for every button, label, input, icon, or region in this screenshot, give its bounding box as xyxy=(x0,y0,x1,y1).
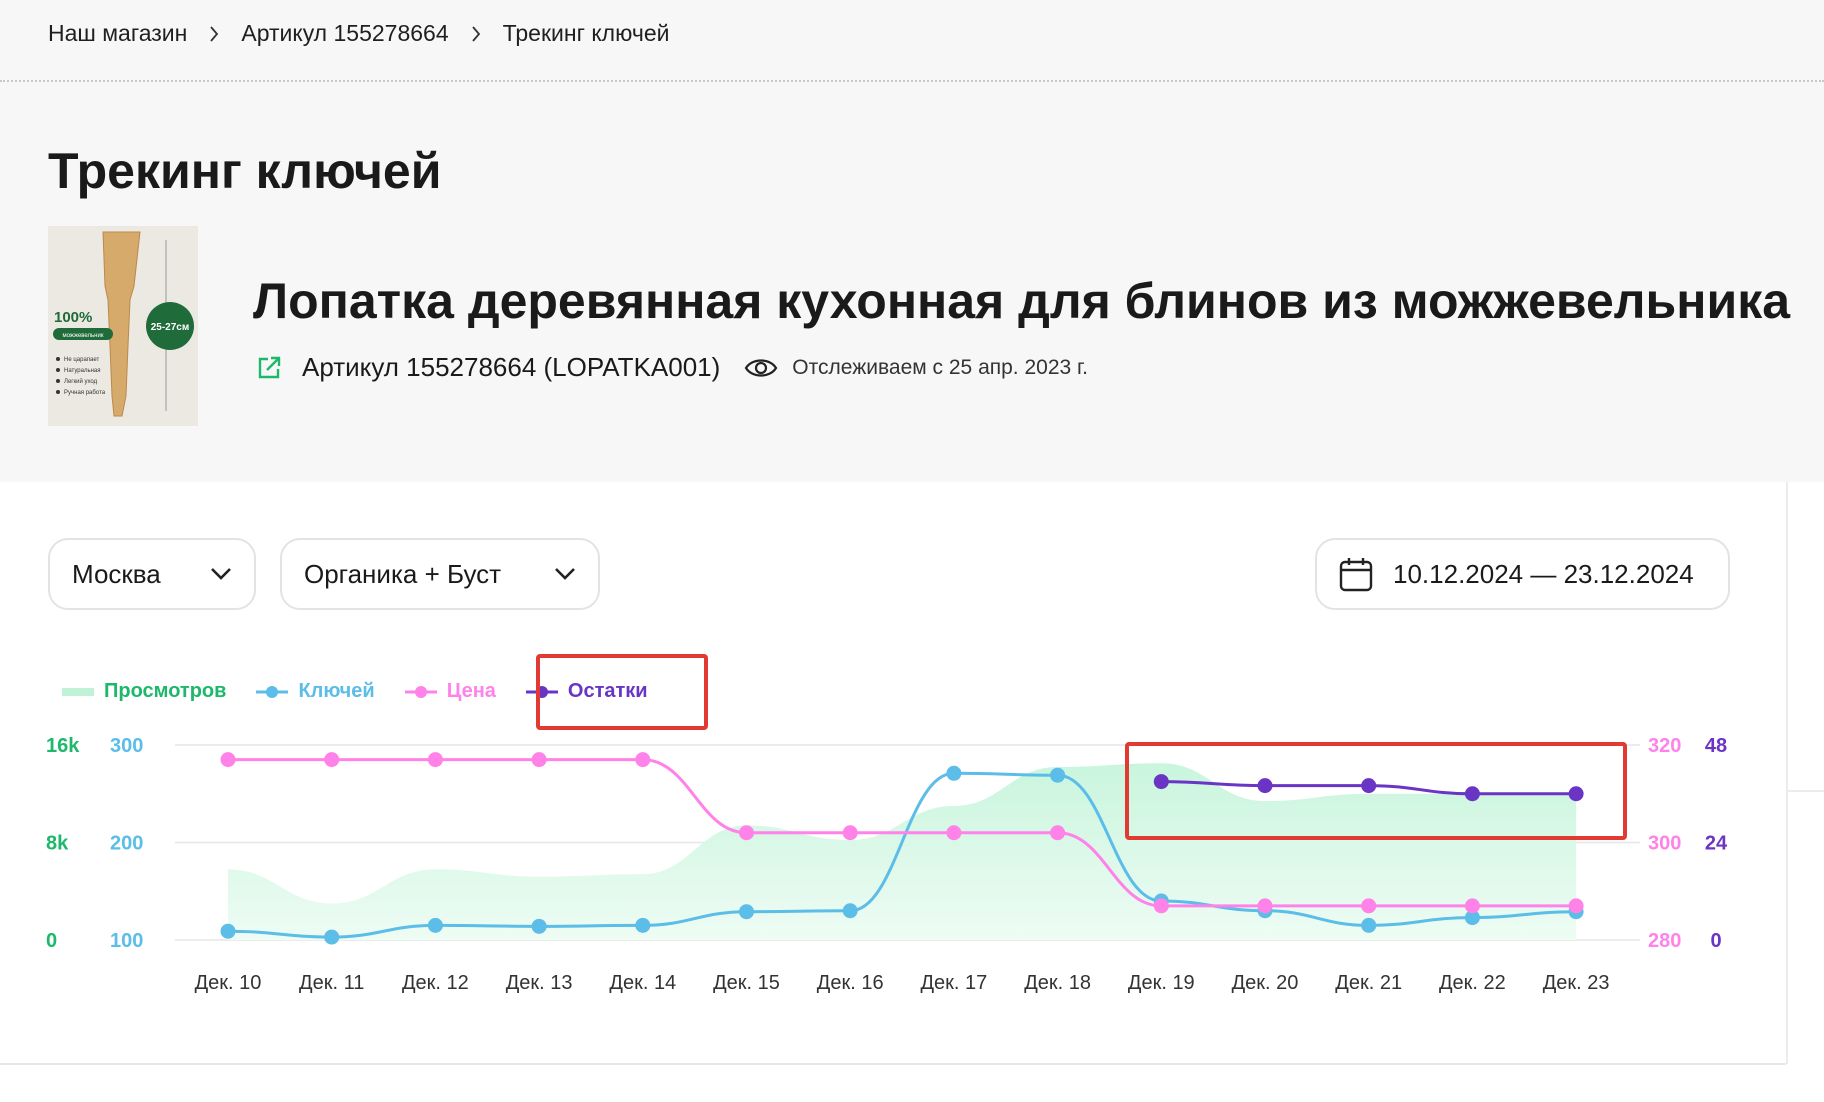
x-tick-label: Дек. 19 xyxy=(1128,972,1195,994)
y-tick-views: 16k xyxy=(46,735,80,757)
svg-text:Натуральная: Натуральная xyxy=(64,368,101,374)
x-tick-label: Дек. 18 xyxy=(1024,972,1091,994)
keys-point xyxy=(427,917,443,933)
header-area xyxy=(0,0,1824,482)
chevron-right-icon xyxy=(471,25,480,42)
x-tick-label: Дек. 23 xyxy=(1543,972,1610,994)
x-tick-label: Дек. 16 xyxy=(817,972,884,994)
price-point xyxy=(1050,825,1066,841)
traffic-type-select[interactable]: Органика + Буст xyxy=(280,538,600,610)
breadcrumb-item-current: Трекинг ключей xyxy=(502,20,670,46)
price-point xyxy=(739,825,754,841)
keys-point xyxy=(1361,917,1377,933)
price-point xyxy=(324,752,340,768)
x-tick-label: Дек. 10 xyxy=(195,972,262,994)
breadcrumb-item-article[interactable]: Артикул 155278664 xyxy=(241,20,448,47)
y-tick-stock: 0 xyxy=(1710,930,1721,952)
legend-item-price[interactable]: Цена xyxy=(404,680,496,703)
y-tick-stock: 48 xyxy=(1705,735,1727,757)
line-dot-icon xyxy=(404,685,437,698)
price-point xyxy=(635,752,651,768)
external-link-icon[interactable] xyxy=(256,355,282,381)
line-dot-icon xyxy=(256,685,289,698)
calendar-icon xyxy=(1339,558,1373,592)
x-tick-label: Дек. 22 xyxy=(1439,972,1506,994)
date-range-value: 10.12.2024 — 23.12.2024 xyxy=(1393,558,1694,589)
divider xyxy=(0,1063,1786,1065)
x-tick-label: Дек. 20 xyxy=(1232,972,1299,994)
breadcrumb: Наш магазин Артикул 155278664 Трекинг кл… xyxy=(48,20,669,47)
price-point xyxy=(1568,898,1584,914)
spatula-illustration: 25-27см 100% можжевельник Не царапает На… xyxy=(48,226,198,426)
keys-point xyxy=(739,904,754,920)
y-tick-keys: 300 xyxy=(110,735,143,757)
svg-text:100%: 100% xyxy=(54,309,92,326)
keys-point xyxy=(842,903,858,919)
x-tick-label: Дек. 14 xyxy=(609,972,676,994)
city-select[interactable]: Москва xyxy=(48,538,256,610)
legend-item-keys[interactable]: Ключей xyxy=(256,680,375,703)
svg-text:Легкий уход: Легкий уход xyxy=(64,378,98,385)
price-point xyxy=(946,825,962,841)
y-tick-stock: 24 xyxy=(1705,833,1728,855)
y-tick-price: 280 xyxy=(1648,930,1681,952)
legend-label-keys: Ключей xyxy=(298,680,375,702)
x-tick-label: Дек. 15 xyxy=(713,972,780,994)
article-link[interactable]: Артикул 155278664 (LOPATKA001) xyxy=(302,352,720,383)
legend-label-price: Цена xyxy=(446,680,496,702)
page-title: Трекинг ключей xyxy=(48,143,442,199)
keys-point xyxy=(635,917,651,933)
price-point xyxy=(842,825,858,841)
breadcrumb-item-store[interactable]: Наш магазин xyxy=(48,20,187,47)
chevron-right-icon xyxy=(210,25,219,42)
price-point xyxy=(1464,898,1480,914)
y-tick-views: 0 xyxy=(46,930,57,952)
tracking-since: Отслеживаем с 25 апр. 2023 г. xyxy=(792,355,1088,379)
x-tick-label: Дек. 12 xyxy=(402,972,469,994)
chevron-down-icon xyxy=(211,568,231,580)
x-tick-label: Дек. 17 xyxy=(921,972,988,994)
price-point xyxy=(1361,898,1377,914)
legend-label-views: Просмотров xyxy=(104,680,227,702)
x-tick-label: Дек. 11 xyxy=(299,972,364,994)
keys-point xyxy=(324,929,340,945)
x-tick-label: Дек. 13 xyxy=(506,972,573,994)
date-range-picker[interactable]: 10.12.2024 — 23.12.2024 xyxy=(1315,538,1730,610)
y-tick-keys: 200 xyxy=(110,833,143,855)
x-tick-label: Дек. 21 xyxy=(1335,972,1402,994)
legend-item-views[interactable]: Просмотров xyxy=(62,680,226,703)
divider xyxy=(0,80,1824,82)
city-select-value: Москва xyxy=(72,558,161,589)
product-title: Лопатка деревянная кухонная для блинов и… xyxy=(253,273,1791,329)
price-point xyxy=(1153,898,1169,914)
y-tick-views: 8k xyxy=(46,833,69,855)
traffic-type-value: Органика + Буст xyxy=(304,558,502,589)
highlight-legend-box xyxy=(536,654,708,730)
keys-point xyxy=(531,918,547,934)
svg-text:Не царапает: Не царапает xyxy=(64,357,100,363)
highlight-stock-box xyxy=(1125,742,1627,840)
eye-icon xyxy=(745,358,778,377)
area-swatch-icon xyxy=(62,687,94,696)
svg-text:можжевельник: можжевельник xyxy=(63,333,104,339)
svg-text:Ручная работа: Ручная работа xyxy=(64,390,106,396)
product-meta: Артикул 155278664 (LOPATKA001) Отслежива… xyxy=(256,352,1088,383)
y-tick-price: 320 xyxy=(1648,735,1681,757)
price-point xyxy=(427,752,443,768)
keys-point xyxy=(1050,767,1066,783)
keys-point xyxy=(946,765,962,781)
chevron-down-icon xyxy=(555,568,575,580)
price-point xyxy=(1257,898,1273,914)
keys-point xyxy=(220,923,236,939)
price-point xyxy=(531,752,547,768)
y-tick-price: 300 xyxy=(1648,833,1681,855)
price-point xyxy=(220,752,236,768)
y-tick-keys: 100 xyxy=(110,930,143,952)
product-image[interactable]: 25-27см 100% можжевельник Не царапает На… xyxy=(48,226,198,426)
svg-text:25-27см: 25-27см xyxy=(151,322,190,333)
